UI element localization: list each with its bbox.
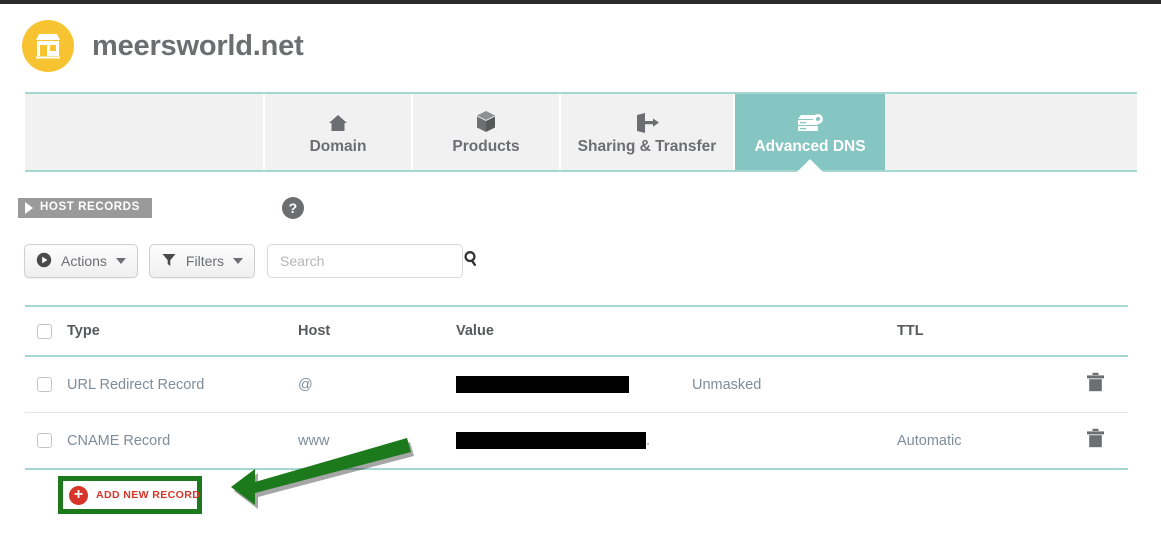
play-circle-icon	[36, 252, 52, 271]
row-type: URL Redirect Record	[67, 376, 205, 393]
add-new-record-label: ADD NEW RECORD	[96, 489, 201, 501]
filters-button-label: Filters	[185, 253, 225, 269]
filters-button[interactable]: Filters	[148, 244, 256, 278]
actions-button[interactable]: Actions	[24, 244, 138, 278]
tab-advanced-dns-label: Advanced DNS	[754, 138, 866, 155]
chevron-down-icon	[115, 258, 126, 264]
row-host: www	[298, 432, 330, 449]
column-header-ttl: TTL	[897, 323, 924, 339]
funnel-icon	[161, 252, 177, 271]
select-all-cell	[25, 323, 67, 339]
row-type: CNAME Record	[67, 432, 171, 449]
table-row[interactable]: URL Redirect Record @ Unmasked	[25, 357, 1128, 413]
row-value	[456, 376, 692, 393]
tab-bar-right-spacer	[885, 94, 1135, 170]
chevron-down-icon	[233, 258, 244, 264]
share-arrow-icon	[634, 108, 660, 134]
row-ttl: Automatic	[897, 432, 962, 449]
active-tab-pointer	[797, 159, 823, 172]
table-header-row: Type Host Value TTL	[25, 305, 1128, 357]
tab-bar-left-spacer	[25, 94, 265, 170]
main-tab-bar: Domain Products Sharing & Transfer Advan…	[25, 92, 1137, 172]
search-input[interactable]	[278, 252, 464, 270]
house-icon	[327, 108, 349, 134]
host-records-table: Type Host Value TTL URL Redirect Record …	[25, 305, 1128, 470]
host-records-label: HOST RECORDS	[40, 201, 140, 213]
tab-products-label: Products	[452, 138, 520, 155]
row-delete-cell	[1062, 428, 1128, 454]
redaction-bar	[456, 376, 629, 393]
row-delete-cell	[1062, 372, 1128, 398]
select-all-checkbox[interactable]	[37, 323, 52, 339]
trash-icon[interactable]	[1086, 372, 1105, 398]
ribbon-arrow-icon	[25, 202, 33, 214]
tab-domain[interactable]: Domain	[265, 94, 413, 170]
domain-name-title: meersworld.net	[92, 29, 304, 62]
help-icon[interactable]: ?	[281, 197, 304, 219]
top-browser-strip	[0, 0, 1161, 4]
brand-header: meersworld.net	[22, 18, 304, 74]
tab-domain-label: Domain	[309, 138, 367, 155]
row-value-suffix: .	[646, 432, 651, 449]
row-checkbox[interactable]	[37, 377, 52, 392]
tab-sharing-transfer-label: Sharing & Transfer	[577, 138, 717, 155]
tab-sharing-transfer[interactable]: Sharing & Transfer	[561, 94, 735, 170]
host-records-ribbon: HOST RECORDS	[18, 198, 152, 218]
actions-button-label: Actions	[61, 253, 107, 269]
row-host: @	[298, 376, 313, 393]
tab-products[interactable]: Products	[413, 94, 561, 170]
storefront-icon	[22, 20, 74, 72]
tab-advanced-dns[interactable]: Advanced DNS	[735, 94, 885, 172]
search-icon[interactable]	[463, 250, 480, 272]
section-header: HOST RECORDS ?	[18, 197, 304, 219]
box-icon	[475, 108, 497, 134]
server-icon	[796, 108, 824, 134]
records-toolbar: Actions Filters	[24, 244, 477, 278]
row-value-extra: Unmasked	[692, 376, 762, 393]
row-checkbox[interactable]	[37, 433, 52, 448]
plus-circle-icon: +	[69, 485, 88, 505]
column-header-host: Host	[298, 323, 331, 339]
trash-icon[interactable]	[1086, 428, 1105, 454]
row-select-cell	[25, 377, 67, 392]
column-header-value: Value	[456, 323, 494, 339]
row-value: .	[456, 432, 692, 449]
search-box[interactable]	[267, 244, 477, 278]
add-new-record-button[interactable]: + ADD NEW RECORD	[63, 481, 201, 509]
row-select-cell	[25, 433, 67, 448]
add-new-record-area: + ADD NEW RECORD	[58, 476, 202, 514]
column-header-type: Type	[67, 323, 100, 339]
redaction-bar	[456, 432, 646, 449]
table-row[interactable]: CNAME Record www . Automatic	[25, 413, 1128, 470]
